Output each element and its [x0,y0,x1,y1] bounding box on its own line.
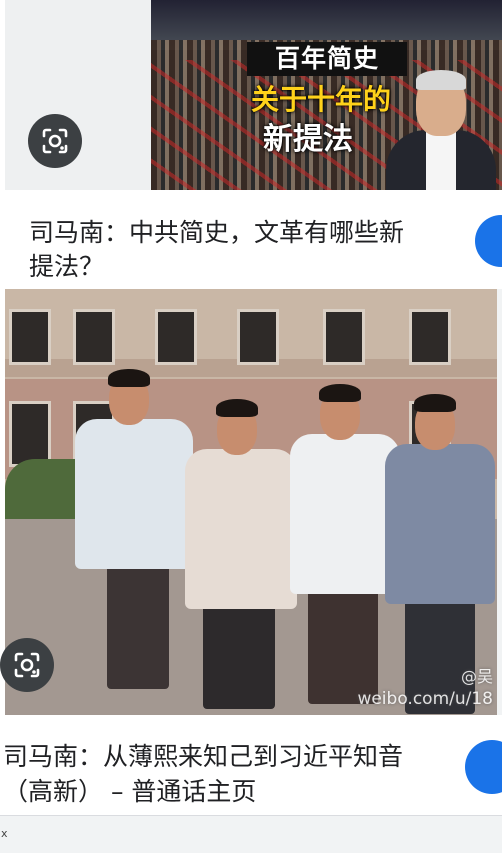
presenter-figure [381,70,502,190]
result-card-1-image-area: 百年简史 关于十年的 新提法 [5,0,502,190]
bottom-bar [0,815,502,853]
thumbnail-banner-subtitle-2: 新提法 [263,122,353,157]
result-2-thumbnail[interactable]: @吴 weibo.com/u/18 [5,289,497,715]
result-2-title-line-2[interactable]: （高新） – 普通话主页 [3,775,256,809]
lens-search-button[interactable] [28,114,82,168]
result-1-title-line-1[interactable]: 司马南：中共简史，文革有哪些新 [29,216,404,250]
result-1-thumbnail[interactable]: 百年简史 关于十年的 新提法 [151,0,502,190]
result-2-title-line-1[interactable]: 司马南：从薄熙来知己到习近平知音 [3,740,403,774]
weibo-watermark-handle: @吴 [460,667,493,686]
lens-icon [14,652,40,678]
result-1-title-line-2[interactable]: 提法？ [29,250,104,284]
weibo-watermark-url: weibo.com/u/18 [357,689,493,709]
lens-search-button-2[interactable] [0,638,54,692]
close-button[interactable]: x [1,827,8,840]
lens-icon [42,128,68,154]
result-card-2-text[interactable]: 司马南：从薄熙来知己到习近平知音 （高新） – 普通话主页 [3,715,502,815]
result-card-1-text[interactable]: 司马南：中共简史，文革有哪些新 提法？ [5,190,502,289]
